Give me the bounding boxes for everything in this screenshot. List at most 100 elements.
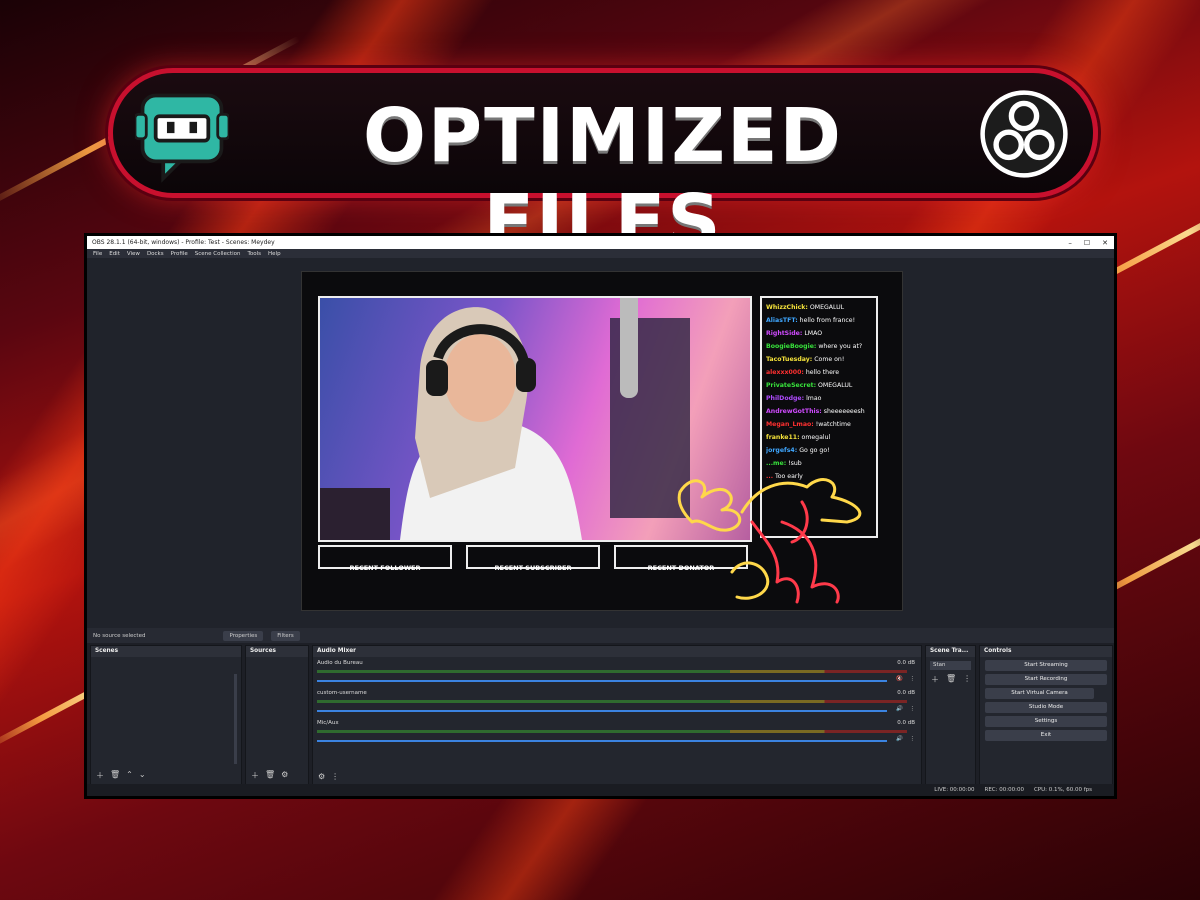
- menu-file[interactable]: File: [93, 251, 102, 257]
- chat-text: omegalul: [801, 434, 831, 441]
- mixer-channel: Audio du Bureau 0.0 dB 🔇 ⋮: [317, 660, 917, 688]
- maximize-icon[interactable]: ☐: [1084, 239, 1090, 247]
- mixer-channel: Mic/Aux 0.0 dB 🔊 ⋮: [317, 720, 917, 748]
- controls-header: Controls: [980, 646, 1112, 657]
- settings-button[interactable]: Settings: [985, 716, 1107, 727]
- dock-area: Scenes ＋ 🗑 ⌃ ⌄ Sources ＋ 🗑 ⚙ Audio Mixer…: [87, 645, 1114, 787]
- chat-text: Come on!: [814, 356, 845, 363]
- chat-username: TacoTuesday:: [766, 356, 813, 363]
- chat-text: OMEGALUL: [809, 304, 845, 311]
- chat-message: franke11: omegalul: [766, 431, 872, 444]
- chat-username: AndrewGotThis:: [766, 408, 822, 415]
- chat-message: PrivateSecret: OMEGALUL: [766, 379, 872, 392]
- chat-username: WhizzChick:: [766, 304, 808, 311]
- audio-mixer-header: Audio Mixer: [313, 646, 921, 657]
- scenes-header: Scenes: [91, 646, 241, 657]
- chat-text: OMEGALUL: [818, 382, 853, 389]
- start-virtual-camera-button[interactable]: Start Virtual Camera: [985, 688, 1094, 699]
- chat-username: Megan_Lmao:: [766, 421, 814, 428]
- transition-select[interactable]: Stan: [930, 661, 971, 670]
- menu-help[interactable]: Help: [268, 251, 281, 257]
- menu-docks[interactable]: Docks: [147, 251, 164, 257]
- menu-view[interactable]: View: [127, 251, 140, 257]
- chat-text: hello there: [805, 369, 840, 376]
- chat-username: franke11:: [766, 434, 800, 441]
- menu-edit[interactable]: Edit: [109, 251, 120, 257]
- speaker-icon[interactable]: 🔊: [896, 706, 903, 712]
- advanced-audio-icon[interactable]: ⚙: [318, 772, 325, 781]
- live-timer: LIVE: 00:00:00: [934, 787, 975, 793]
- recent-subscriber-label: RECENT SUBSCRIBER: [494, 564, 572, 572]
- obs-window: OBS 28.1.1 (64-bit, windows) - Profile: …: [84, 233, 1117, 799]
- volume-fader[interactable]: [317, 680, 887, 682]
- chat-message: RightSide: LMAO: [766, 327, 872, 340]
- chat-username: PrivateSecret:: [766, 382, 817, 389]
- chat-username: PhilDodge:: [766, 395, 805, 402]
- add-source-icon[interactable]: ＋: [251, 770, 259, 781]
- stream-preview-canvas[interactable]: WhizzChick: OMEGALUL AliasTFT: hello from…: [301, 271, 903, 611]
- channel-db: 0.0 dB: [897, 720, 915, 726]
- channel-menu-icon[interactable]: ⋮: [910, 736, 916, 742]
- obs-logo: [980, 90, 1068, 178]
- window-titlebar: OBS 28.1.1 (64-bit, windows) - Profile: …: [87, 236, 1114, 249]
- chat-username: RightSide:: [766, 330, 803, 337]
- start-recording-button[interactable]: Start Recording: [985, 674, 1107, 685]
- move-down-icon[interactable]: ⌄: [139, 770, 146, 781]
- preview-area: WhizzChick: OMEGALUL AliasTFT: hello from…: [87, 258, 1114, 628]
- volume-meter: [317, 700, 907, 703]
- menu-profile[interactable]: Profile: [171, 251, 188, 257]
- scenes-scrollbar[interactable]: [234, 674, 237, 764]
- channel-db: 0.0 dB: [897, 690, 915, 696]
- remove-transition-icon[interactable]: 🗑: [946, 674, 956, 685]
- mixer-menu-icon[interactable]: ⋮: [331, 772, 339, 781]
- add-scene-icon[interactable]: ＋: [96, 770, 104, 781]
- channel-menu-icon[interactable]: ⋮: [910, 676, 916, 682]
- remove-source-icon[interactable]: 🗑: [265, 770, 275, 781]
- add-transition-icon[interactable]: ＋: [931, 674, 939, 685]
- channel-name: custom-username: [317, 690, 367, 696]
- close-icon[interactable]: ✕: [1102, 239, 1108, 247]
- mixer-channel: custom-username 0.0 dB 🔊 ⋮: [317, 690, 917, 718]
- move-up-icon[interactable]: ⌃: [126, 770, 133, 781]
- speaker-icon[interactable]: 🔊: [896, 736, 903, 742]
- neon-dragon-graphic: [677, 478, 862, 604]
- no-source-label: No source selected: [93, 632, 146, 639]
- chat-text: where you at?: [818, 343, 863, 350]
- chat-text: sheeeeeeesh: [823, 408, 865, 415]
- window-title: OBS 28.1.1 (64-bit, windows) - Profile: …: [92, 239, 275, 246]
- volume-fader[interactable]: [317, 710, 887, 712]
- chat-message: jorgefs4: Go go go!: [766, 444, 872, 457]
- channel-menu-icon[interactable]: ⋮: [910, 706, 916, 712]
- volume-meter: [317, 730, 907, 733]
- transition-menu-icon[interactable]: ⋮: [963, 674, 971, 685]
- controls-dock: Controls Start Streaming Start Recording…: [979, 645, 1113, 787]
- chat-username: jorgefs4:: [766, 447, 798, 454]
- chat-text: hello from france!: [799, 317, 856, 324]
- title-banner: OPTIMIZED FILES: [108, 68, 1098, 265]
- mute-icon[interactable]: 🔇: [896, 676, 903, 682]
- chat-message: PhilDodge: lmao: [766, 392, 872, 405]
- channel-name: Mic/Aux: [317, 720, 339, 726]
- source-settings-icon[interactable]: ⚙: [281, 770, 288, 781]
- streamlabs-logo: [135, 93, 229, 183]
- filters-button[interactable]: Filters: [271, 630, 300, 641]
- chat-text: !watchtime: [815, 421, 851, 428]
- chat-message: WhizzChick: OMEGALUL: [766, 301, 872, 314]
- menu-tools[interactable]: Tools: [247, 251, 261, 257]
- properties-button[interactable]: Properties: [223, 630, 264, 641]
- chat-text: lmao: [806, 395, 822, 402]
- start-streaming-button[interactable]: Start Streaming: [985, 660, 1107, 671]
- remove-scene-icon[interactable]: 🗑: [110, 770, 120, 781]
- minimize-icon[interactable]: –: [1068, 239, 1072, 247]
- chat-username: alexxx000:: [766, 369, 804, 376]
- exit-button[interactable]: Exit: [985, 730, 1107, 741]
- sources-header: Sources: [246, 646, 308, 657]
- status-bar: LIVE: 00:00:00 REC: 00:00:00 CPU: 0.1%, …: [87, 784, 1114, 796]
- chat-text: Go go go!: [799, 447, 830, 454]
- chat-message: AliasTFT: hello from france!: [766, 314, 872, 327]
- volume-fader[interactable]: [317, 740, 887, 742]
- cpu-fps-readout: CPU: 0.1%, 60.00 fps: [1033, 787, 1092, 793]
- studio-mode-button[interactable]: Studio Mode: [985, 702, 1107, 713]
- menu-scene-collection[interactable]: Scene Collection: [195, 251, 241, 257]
- menu-bar: File Edit View Docks Profile Scene Colle…: [87, 249, 1114, 258]
